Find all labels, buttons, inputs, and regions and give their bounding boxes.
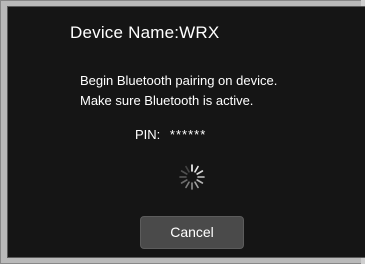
pin-row: PIN: ****** bbox=[135, 127, 206, 142]
instruction-line-2: Make sure Bluetooth is active. bbox=[80, 93, 254, 108]
cancel-button[interactable]: Cancel bbox=[140, 216, 244, 249]
device-name-title: Device Name:WRX bbox=[70, 23, 220, 42]
pairing-dialog: Device Name:WRX Begin Bluetooth pairing … bbox=[7, 6, 365, 258]
pin-label: PIN: bbox=[135, 127, 161, 142]
loading-spinner-icon bbox=[179, 164, 205, 190]
pairing-instructions: Begin Bluetooth pairing on device. Make … bbox=[80, 71, 277, 111]
pin-value: ****** bbox=[169, 127, 207, 142]
instruction-line-1: Begin Bluetooth pairing on device. bbox=[80, 73, 278, 88]
